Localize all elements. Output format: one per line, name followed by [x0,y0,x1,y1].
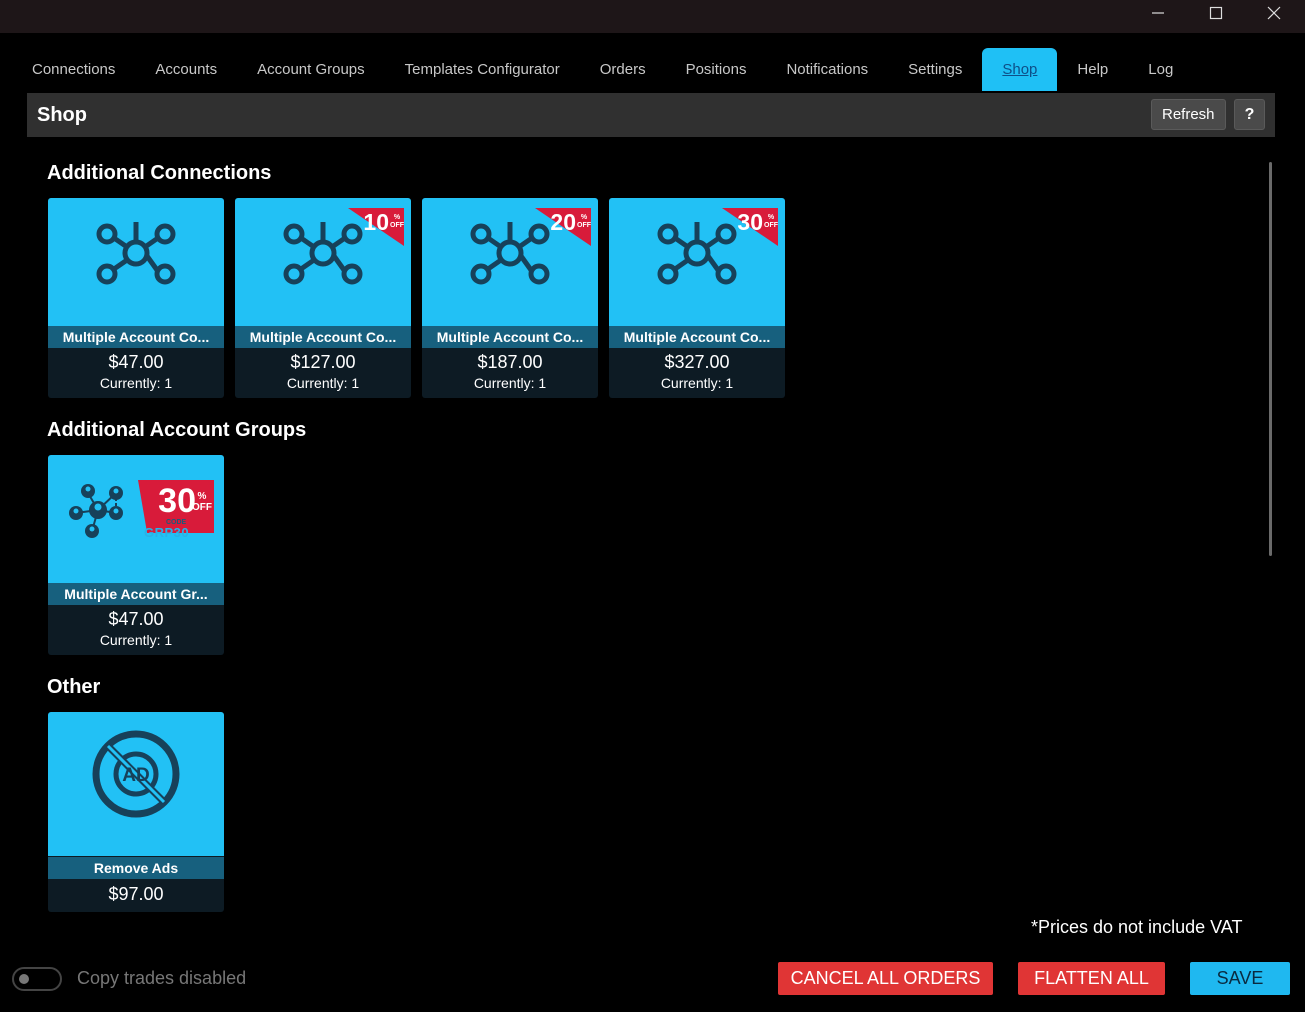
tab-help[interactable]: Help [1057,48,1128,91]
discount-off: OFF [390,222,404,229]
discount-suffix: % OFF [577,214,591,230]
product-current-quantity: Currently: 1 [99,632,173,648]
save-button[interactable]: SAVE [1190,962,1290,995]
discount-value: 30 [158,482,196,520]
minimize-icon [1151,6,1165,25]
refresh-button[interactable]: Refresh [1151,99,1226,130]
product-card-connections-2[interactable]: 10 % OFF Multiple Account Co... $127.00 C… [235,198,411,398]
discount-value: 30 [737,209,763,235]
toggle-knob [19,974,29,984]
section-title-other: Other [47,676,101,698]
flatten-all-button[interactable]: FLATTEN ALL [1018,962,1165,995]
discount-badge: 30 % OFF [732,210,778,238]
product-image [48,198,224,326]
product-name: Multiple Account Co... [235,326,411,348]
product-card-remove-ads[interactable]: AD Remove Ads $97.00 [48,712,224,912]
close-button[interactable] [1245,0,1303,30]
tab-templates-configurator[interactable]: Templates Configurator [385,48,580,91]
discount-suffix: % OFF [192,491,212,513]
ad-icon-text: AD [122,765,149,786]
discount-badge: 20 % OFF [545,210,591,238]
vat-note: *Prices do not include VAT [1031,917,1243,937]
discount-value: 20 [550,209,576,235]
discount-off: OFF [764,222,778,229]
maximize-button[interactable] [1187,0,1245,30]
minimize-button[interactable] [1129,0,1187,30]
discount-value: 10 [363,209,389,235]
cancel-all-orders-button[interactable]: CANCEL ALL ORDERS [778,962,993,995]
tab-accounts[interactable]: Accounts [135,48,237,91]
product-card-connections-4[interactable]: 30 % OFF Multiple Account Co... $327.00 C… [609,198,785,398]
product-image: 20 % OFF [422,198,598,326]
product-price: $47.00 [108,352,164,372]
section-title-connections: Additional Connections [47,162,272,184]
discount-off: OFF [577,222,591,229]
product-name: Remove Ads [48,857,224,879]
help-button[interactable]: ? [1234,99,1265,130]
discount-suffix: % OFF [764,214,778,230]
tab-settings[interactable]: Settings [888,48,982,91]
tab-positions[interactable]: Positions [666,48,767,91]
product-price: $47.00 [108,609,164,629]
discount-unit: % [197,491,207,502]
product-price: $327.00 [664,352,730,372]
main-tabs: Connections Accounts Account Groups Temp… [12,48,1193,91]
promo-code: GRP30 [144,525,190,540]
shop-header: Shop Refresh ? [27,93,1275,137]
tab-orders[interactable]: Orders [580,48,666,91]
maximize-icon [1209,6,1223,25]
tab-log[interactable]: Log [1128,48,1193,91]
product-current-quantity: Currently: 1 [473,375,547,391]
vertical-scrollbar[interactable] [1269,162,1272,556]
tab-connections[interactable]: Connections [12,48,135,91]
discount-unit: % [580,214,588,221]
product-price: $187.00 [477,352,543,372]
discount-badge: 10 % OFF [358,210,404,238]
discount-suffix: % OFF [390,214,404,230]
page-title: Shop [37,103,87,126]
product-image: 10 % OFF [235,198,411,326]
section-title-account-groups: Additional Account Groups [47,419,307,441]
product-price: $127.00 [290,352,356,372]
product-name: Multiple Account Co... [48,326,224,348]
product-current-quantity: Currently: 1 [99,375,173,391]
tab-shop[interactable]: Shop [982,48,1058,91]
product-name: Multiple Account Co... [609,326,785,348]
product-name: Multiple Account Gr... [48,583,224,605]
product-name: Multiple Account Co... [422,326,598,348]
discount-unit: % [767,214,775,221]
title-bar [0,0,1305,33]
tab-notifications[interactable]: Notifications [766,48,888,91]
product-card-connections-1[interactable]: Multiple Account Co... $47.00 Currently:… [48,198,224,398]
copy-trades-label: Copy trades disabled [77,968,247,988]
tab-account-groups[interactable]: Account Groups [237,48,385,91]
product-current-quantity: Currently: 1 [660,375,734,391]
close-icon [1267,6,1281,25]
copy-trades-toggle[interactable] [12,967,62,991]
discount-off: OFF [192,502,212,513]
product-current-quantity: Currently: 1 [286,375,360,391]
product-image: 30 % OFF CODE GRP30 [48,455,224,583]
product-price: $97.00 [108,884,164,904]
product-image: AD [48,712,224,856]
product-card-connections-3[interactable]: 20 % OFF Multiple Account Co... $187.00 C… [422,198,598,398]
discount-unit: % [393,214,401,221]
product-image: 30 % OFF [609,198,785,326]
product-card-account-groups-1[interactable]: 30 % OFF CODE GRP30 Multiple Account Gr..… [48,455,224,655]
